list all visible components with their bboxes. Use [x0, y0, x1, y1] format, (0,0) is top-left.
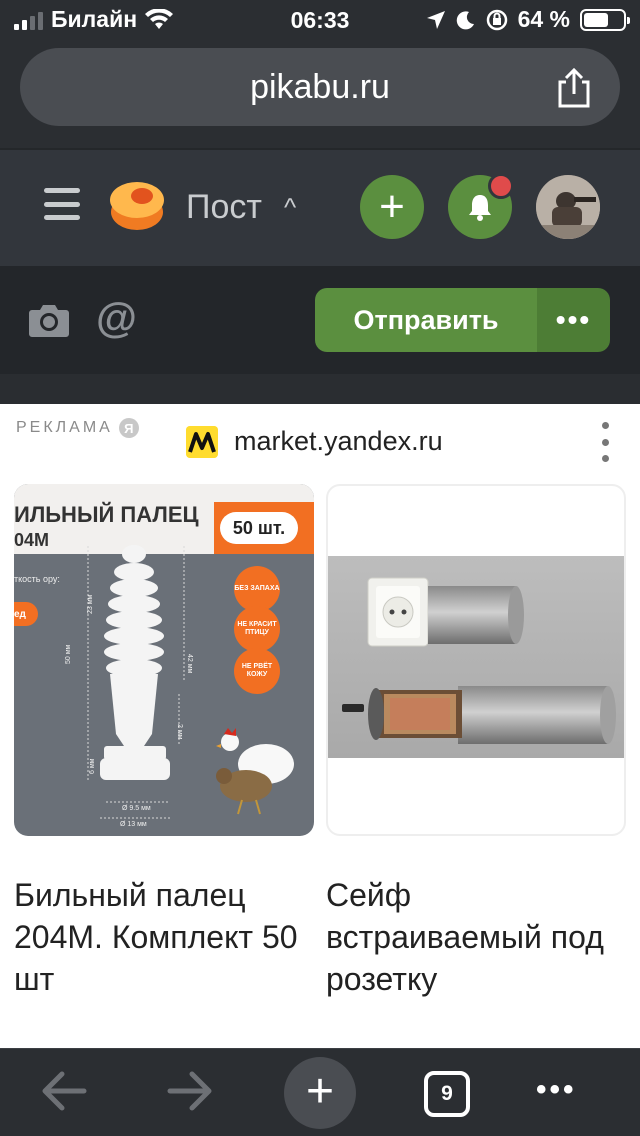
- separator: [0, 374, 640, 404]
- yandex-badge[interactable]: Я: [118, 418, 139, 438]
- ad-domain[interactable]: market.yandex.ru: [234, 426, 443, 457]
- share-icon[interactable]: [556, 68, 592, 108]
- avatar-image: [536, 175, 600, 239]
- add-post-button[interactable]: +: [360, 175, 424, 239]
- send-button[interactable]: Отправить: [315, 288, 537, 352]
- address-bar[interactable]: pikabu.ru: [20, 48, 620, 126]
- dimension-label: 42 мм: [186, 654, 193, 674]
- dimension-label: 50 мм: [65, 644, 72, 664]
- rubber-finger-illustration: 23 мм 50 мм 42 мм 2 мм 6 мм Ø 9.5 мм Ø 1…: [65, 545, 294, 828]
- product-title[interactable]: Сейф встраиваемый под розетку: [326, 874, 626, 1000]
- moon-icon: [456, 10, 474, 29]
- comment-composer: @ Отправить •••: [0, 266, 640, 374]
- product-title[interactable]: Бильный палец 204М. Комплект 50 шт: [14, 874, 304, 1000]
- location-icon: [426, 10, 445, 29]
- page-title[interactable]: Пост: [186, 188, 262, 227]
- status-right: 64 %: [426, 6, 630, 33]
- tabs-icon[interactable]: 9: [424, 1071, 470, 1117]
- camera-icon[interactable]: [28, 302, 70, 338]
- send-options-button[interactable]: •••: [537, 288, 610, 352]
- ad-menu-icon[interactable]: [600, 422, 610, 462]
- dimension-label: Ø 13 мм: [120, 821, 147, 828]
- browser-url-area: pikabu.ru: [0, 42, 640, 148]
- battery-icon: [580, 8, 630, 31]
- product-image[interactable]: [326, 484, 626, 836]
- browser-toolbar: + 9 •••: [0, 1048, 640, 1136]
- safe-photo: [328, 556, 624, 758]
- avatar[interactable]: [536, 175, 600, 239]
- hamburger-icon[interactable]: [44, 188, 80, 220]
- yandex-market-logo[interactable]: [186, 426, 218, 458]
- url-text: pikabu.ru: [250, 67, 390, 106]
- app-header: Пост ^ +: [0, 148, 640, 266]
- plus-icon: +: [379, 182, 405, 231]
- pikabu-logo[interactable]: [108, 178, 166, 232]
- status-bar: Билайн 06:33 64 %: [0, 0, 640, 42]
- back-arrow-icon[interactable]: [40, 1069, 88, 1113]
- ad-block: РЕКЛАМА Я market.yandex.ru ИЛЬНЫЙ ПАЛЕЦ …: [0, 404, 640, 1048]
- product-image[interactable]: ИЛЬНЫЙ ПАЛЕЦ 04М 50 шт. БЕЗ ЗАПАХА НЕ КР…: [14, 484, 314, 836]
- chevron-up-icon[interactable]: ^: [284, 192, 296, 223]
- mention-icon[interactable]: @: [96, 294, 137, 342]
- new-tab-plus-icon[interactable]: +: [284, 1057, 356, 1129]
- forward-arrow-icon[interactable]: [166, 1069, 214, 1113]
- ad-label: РЕКЛАМА Я: [16, 418, 139, 438]
- chicken-illustration: [216, 728, 294, 815]
- notification-badge: [488, 173, 514, 199]
- dimension-label: 6 мм: [89, 758, 96, 774]
- tabs-count: 9: [441, 1082, 453, 1105]
- more-icon[interactable]: •••: [536, 1073, 577, 1107]
- safe-illustration: [342, 577, 616, 744]
- bell-icon: [469, 195, 491, 221]
- rotation-lock-icon: [486, 9, 507, 30]
- ad-label-text: РЕКЛАМА: [16, 419, 113, 436]
- battery-percent: 64 %: [517, 6, 570, 32]
- dimension-label: Ø 9.5 мм: [122, 805, 151, 812]
- dimension-label: 2 мм: [176, 724, 183, 740]
- battery-fill: [584, 12, 609, 27]
- notifications-button[interactable]: [448, 173, 514, 239]
- dimension-label: 23 мм: [87, 594, 94, 614]
